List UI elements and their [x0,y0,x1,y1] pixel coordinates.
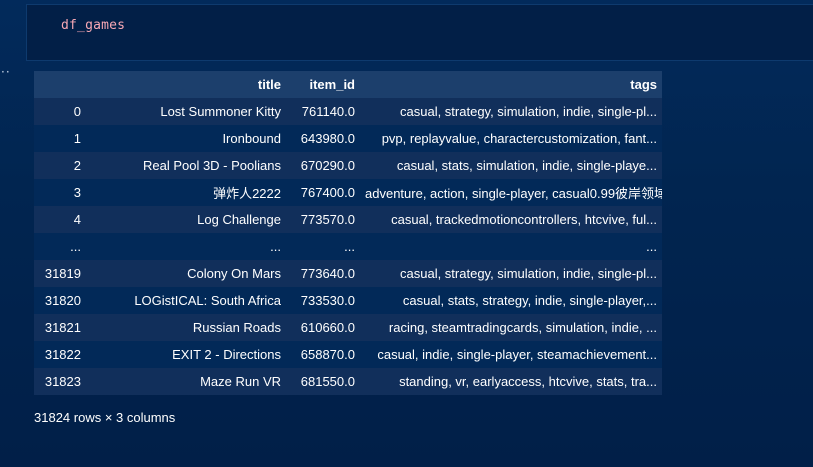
table-row: 2 Real Pool 3D - Poolians 670290.0 casua… [34,152,662,179]
cell-tags: ... [360,233,662,260]
cell-item-id: 610660.0 [286,314,360,341]
output-collapse-icon[interactable]: ·· [1,66,11,78]
code-editor-text[interactable]: df_games [61,18,125,33]
table-row: 31820 LOGistICAL: South Africa 733530.0 … [34,287,662,314]
cell-title: Log Challenge [86,206,286,233]
cell-tags: adventure, action, single-player, casual… [360,179,662,206]
cell-item-id: 681550.0 [286,368,360,395]
column-header-item-id: item_id [286,71,360,98]
cell-title: Ironbound [86,125,286,152]
cell-item-id: 767400.0 [286,179,360,206]
cell-title: EXIT 2 - Directions [86,341,286,368]
cell-item-id: 761140.0 [286,98,360,125]
table-header-row: title item_id tags [34,71,662,98]
table-row: 31821 Russian Roads 610660.0 racing, ste… [34,314,662,341]
cell-title: LOGistICAL: South Africa [86,287,286,314]
cell-tags: casual, strategy, simulation, indie, sin… [360,260,662,287]
cell-item-id: 773640.0 [286,260,360,287]
row-index: 31822 [34,341,86,368]
table-row: 4 Log Challenge 773570.0 casual, tracked… [34,206,662,233]
row-index: 3 [34,179,86,206]
row-index: 31823 [34,368,86,395]
cell-item-id: ... [286,233,360,260]
cell-tags: casual, indie, single-player, steamachie… [360,341,662,368]
code-cell[interactable]: df_games [26,4,813,61]
cell-tags: casual, strategy, simulation, indie, sin… [360,98,662,125]
cell-tags: casual, trackedmotioncontrollers, htcviv… [360,206,662,233]
column-header-title: title [86,71,286,98]
table-row: 1 Ironbound 643980.0 pvp, replayvalue, c… [34,125,662,152]
row-index: 0 [34,98,86,125]
cell-title: Lost Summoner Kitty [86,98,286,125]
cell-title: Real Pool 3D - Poolians [86,152,286,179]
cell-title: Maze Run VR [86,368,286,395]
cell-tags: racing, steamtradingcards, simulation, i… [360,314,662,341]
notebook-page: df_games ·· title item_id tags 0 Lost Su… [0,0,813,467]
index-header [34,71,86,98]
cell-tags: pvp, replayvalue, charactercustomization… [360,125,662,152]
cell-item-id: 773570.0 [286,206,360,233]
cell-item-id: 643980.0 [286,125,360,152]
row-index: ... [34,233,86,260]
row-index: 31819 [34,260,86,287]
table-row-ellipsis: ... ... ... ... [34,233,662,260]
table-row: 0 Lost Summoner Kitty 761140.0 casual, s… [34,98,662,125]
row-index: 31820 [34,287,86,314]
dataframe-table: title item_id tags 0 Lost Summoner Kitty… [34,71,662,395]
row-index: 31821 [34,314,86,341]
column-header-tags: tags [360,71,662,98]
cell-title: Colony On Mars [86,260,286,287]
dataframe-shape-summary: 31824 rows × 3 columns [34,410,176,425]
table-row: 31822 EXIT 2 - Directions 658870.0 casua… [34,341,662,368]
cell-title: ... [86,233,286,260]
cell-title: Russian Roads [86,314,286,341]
row-index: 1 [34,125,86,152]
cell-item-id: 733530.0 [286,287,360,314]
cell-tags: casual, stats, strategy, indie, single-p… [360,287,662,314]
table-row: 3 弹炸人2222 767400.0 adventure, action, si… [34,179,662,206]
table-row: 31823 Maze Run VR 681550.0 standing, vr,… [34,368,662,395]
cell-item-id: 658870.0 [286,341,360,368]
cell-title: 弹炸人2222 [86,179,286,206]
row-index: 2 [34,152,86,179]
cell-item-id: 670290.0 [286,152,360,179]
cell-tags: casual, stats, simulation, indie, single… [360,152,662,179]
cell-tags: standing, vr, earlyaccess, htcvive, stat… [360,368,662,395]
row-index: 4 [34,206,86,233]
table-row: 31819 Colony On Mars 773640.0 casual, st… [34,260,662,287]
